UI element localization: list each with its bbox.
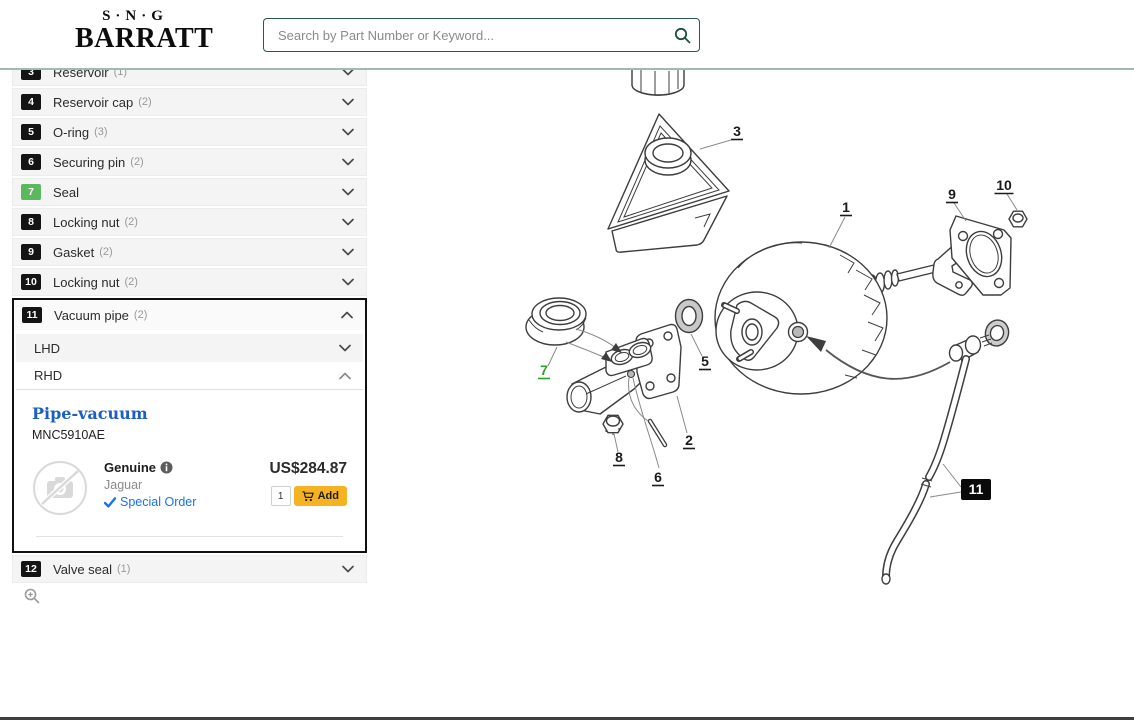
parts-catalog-page: S·N·G BARRATT 3Reservoir(1)4Reservoir ca… xyxy=(0,0,1134,724)
parts-diagram: 11 1 2 3 5 6 7 8 9 10 xyxy=(380,70,1134,724)
diagram-part-locking-nut-8 xyxy=(603,415,623,435)
diagram-part-locking-nut-10 xyxy=(1009,211,1027,227)
sidebar-item-valve-seal[interactable]: 12 Valve seal (1) xyxy=(12,555,367,583)
divider xyxy=(36,536,343,537)
product-availability: Special Order xyxy=(104,495,251,509)
search-input[interactable] xyxy=(264,28,665,43)
diagram-label-10[interactable]: 10 xyxy=(996,177,1012,193)
sidebar-item-gasket[interactable]: 9 Gasket (2) xyxy=(12,238,367,266)
sidebar-item-vacuum-pipe[interactable]: 11 Vacuum pipe (2) xyxy=(14,300,365,330)
item-number-badge: 9 xyxy=(21,244,41,260)
product-part-number: MNC5910AE xyxy=(32,428,347,442)
diagram-label-5[interactable]: 5 xyxy=(701,353,709,369)
no-image-icon xyxy=(32,460,88,516)
item-label: Securing pin xyxy=(53,155,125,170)
item-count: (1) xyxy=(117,563,130,575)
logo-main-text: BARRATT xyxy=(75,23,195,55)
chevron-down-icon xyxy=(342,248,354,256)
search-icon xyxy=(674,27,691,44)
add-to-cart-button[interactable]: Add xyxy=(294,486,347,506)
product-brand-type: Genuine xyxy=(104,460,156,475)
item-number-badge: 5 xyxy=(21,124,41,140)
diagram-badge-label: 11 xyxy=(969,481,984,497)
diagram-part-vacuum-pipe xyxy=(882,359,966,584)
diagram-label-2[interactable]: 2 xyxy=(685,432,693,448)
item-number-badge: 10 xyxy=(21,274,41,290)
zoom-in-icon[interactable] xyxy=(24,588,40,604)
diagram-label-1[interactable]: 1 xyxy=(842,199,850,215)
item-label: Gasket xyxy=(53,245,94,260)
item-number-badge: 11 xyxy=(22,307,42,323)
sidebar-item-locking-nut[interactable]: 8 Locking nut (2) xyxy=(12,208,367,236)
variant-row-rhd[interactable]: RHD xyxy=(16,362,363,390)
variant-label: RHD xyxy=(34,368,62,383)
item-count: (3) xyxy=(94,126,107,138)
item-label: Locking nut xyxy=(53,275,120,290)
diagram-part-pipe-fitting xyxy=(950,317,1012,361)
diagram-label-8[interactable]: 8 xyxy=(615,449,623,465)
item-number-badge: 8 xyxy=(21,214,41,230)
diagram-part-o-ring xyxy=(676,300,703,333)
chevron-down-icon xyxy=(339,344,351,352)
info-icon[interactable] xyxy=(160,461,173,474)
product-brand: Jaguar xyxy=(104,478,251,492)
product-image-placeholder xyxy=(32,460,88,516)
item-label: Seal xyxy=(53,185,79,200)
chevron-down-icon xyxy=(342,98,354,106)
item-number-badge: 12 xyxy=(21,561,41,577)
parts-accordion: 3Reservoir(1)4Reservoir cap(2)5O-ring(3)… xyxy=(12,58,367,585)
chevron-down-icon xyxy=(342,218,354,226)
item-count: (2) xyxy=(138,96,151,108)
item-count: (2) xyxy=(99,246,112,258)
diagram-part-seal xyxy=(526,298,586,345)
header: S·N·G BARRATT xyxy=(0,0,1134,70)
sidebar-item-locking-nut[interactable]: 10 Locking nut (2) xyxy=(12,268,367,296)
bottom-window-edge xyxy=(0,717,1134,720)
search-button[interactable] xyxy=(665,20,699,50)
diagram-part-master-cylinder xyxy=(567,325,681,415)
diagram-label-9[interactable]: 9 xyxy=(948,186,956,202)
variant-label: LHD xyxy=(34,341,60,356)
diagram-label-7[interactable]: 7 xyxy=(540,362,548,378)
item-label: Valve seal xyxy=(53,562,112,577)
chevron-down-icon xyxy=(342,278,354,286)
item-number-badge: 6 xyxy=(21,154,41,170)
product-title-link[interactable]: Pipe-vacuum xyxy=(32,404,148,423)
chevron-down-icon xyxy=(342,158,354,166)
chevron-up-icon xyxy=(341,311,353,319)
item-label: Locking nut xyxy=(53,215,120,230)
sidebar-item-reservoir-cap[interactable]: 4 Reservoir cap (2) xyxy=(12,88,367,116)
chevron-down-icon xyxy=(342,565,354,573)
item-count: (2) xyxy=(134,309,147,321)
item-label: Reservoir cap xyxy=(53,95,133,110)
search-box xyxy=(263,18,700,52)
cart-icon xyxy=(302,491,314,502)
product-card: Pipe-vacuum MNC5910AE xyxy=(14,390,365,551)
item-label: O-ring xyxy=(53,125,89,140)
item-count: (2) xyxy=(125,216,138,228)
check-icon xyxy=(104,497,116,508)
chevron-down-icon xyxy=(342,188,354,196)
chevron-up-icon xyxy=(339,372,351,380)
sidebar-item-o-ring[interactable]: 5 O-ring (3) xyxy=(12,118,367,146)
diagram-label-6[interactable]: 6 xyxy=(654,469,662,485)
diagram-badge-11[interactable]: 11 xyxy=(961,479,991,500)
vacuum-pipe-panel: 11 Vacuum pipe (2) LHD RHD P xyxy=(12,298,367,553)
diagram-part-reservoir-cap xyxy=(632,70,684,95)
item-label: Vacuum pipe xyxy=(54,308,129,323)
item-count: (2) xyxy=(125,276,138,288)
chevron-down-icon xyxy=(342,128,354,136)
item-number-badge: 4 xyxy=(21,94,41,110)
item-count: (2) xyxy=(130,156,143,168)
sng-barratt-logo[interactable]: S·N·G BARRATT xyxy=(75,8,195,55)
sidebar-item-seal[interactable]: 7 Seal xyxy=(12,178,367,206)
diagram-label-3[interactable]: 3 xyxy=(733,123,741,139)
product-price: US$284.87 xyxy=(251,460,347,478)
variant-row-lhd[interactable]: LHD xyxy=(16,334,363,362)
diagram-part-securing-pin xyxy=(650,421,665,445)
sidebar-item-securing-pin[interactable]: 6 Securing pin (2) xyxy=(12,148,367,176)
item-number-badge: 7 xyxy=(21,184,41,200)
diagram-part-reservoir xyxy=(608,114,729,252)
quantity-input[interactable] xyxy=(271,486,291,506)
